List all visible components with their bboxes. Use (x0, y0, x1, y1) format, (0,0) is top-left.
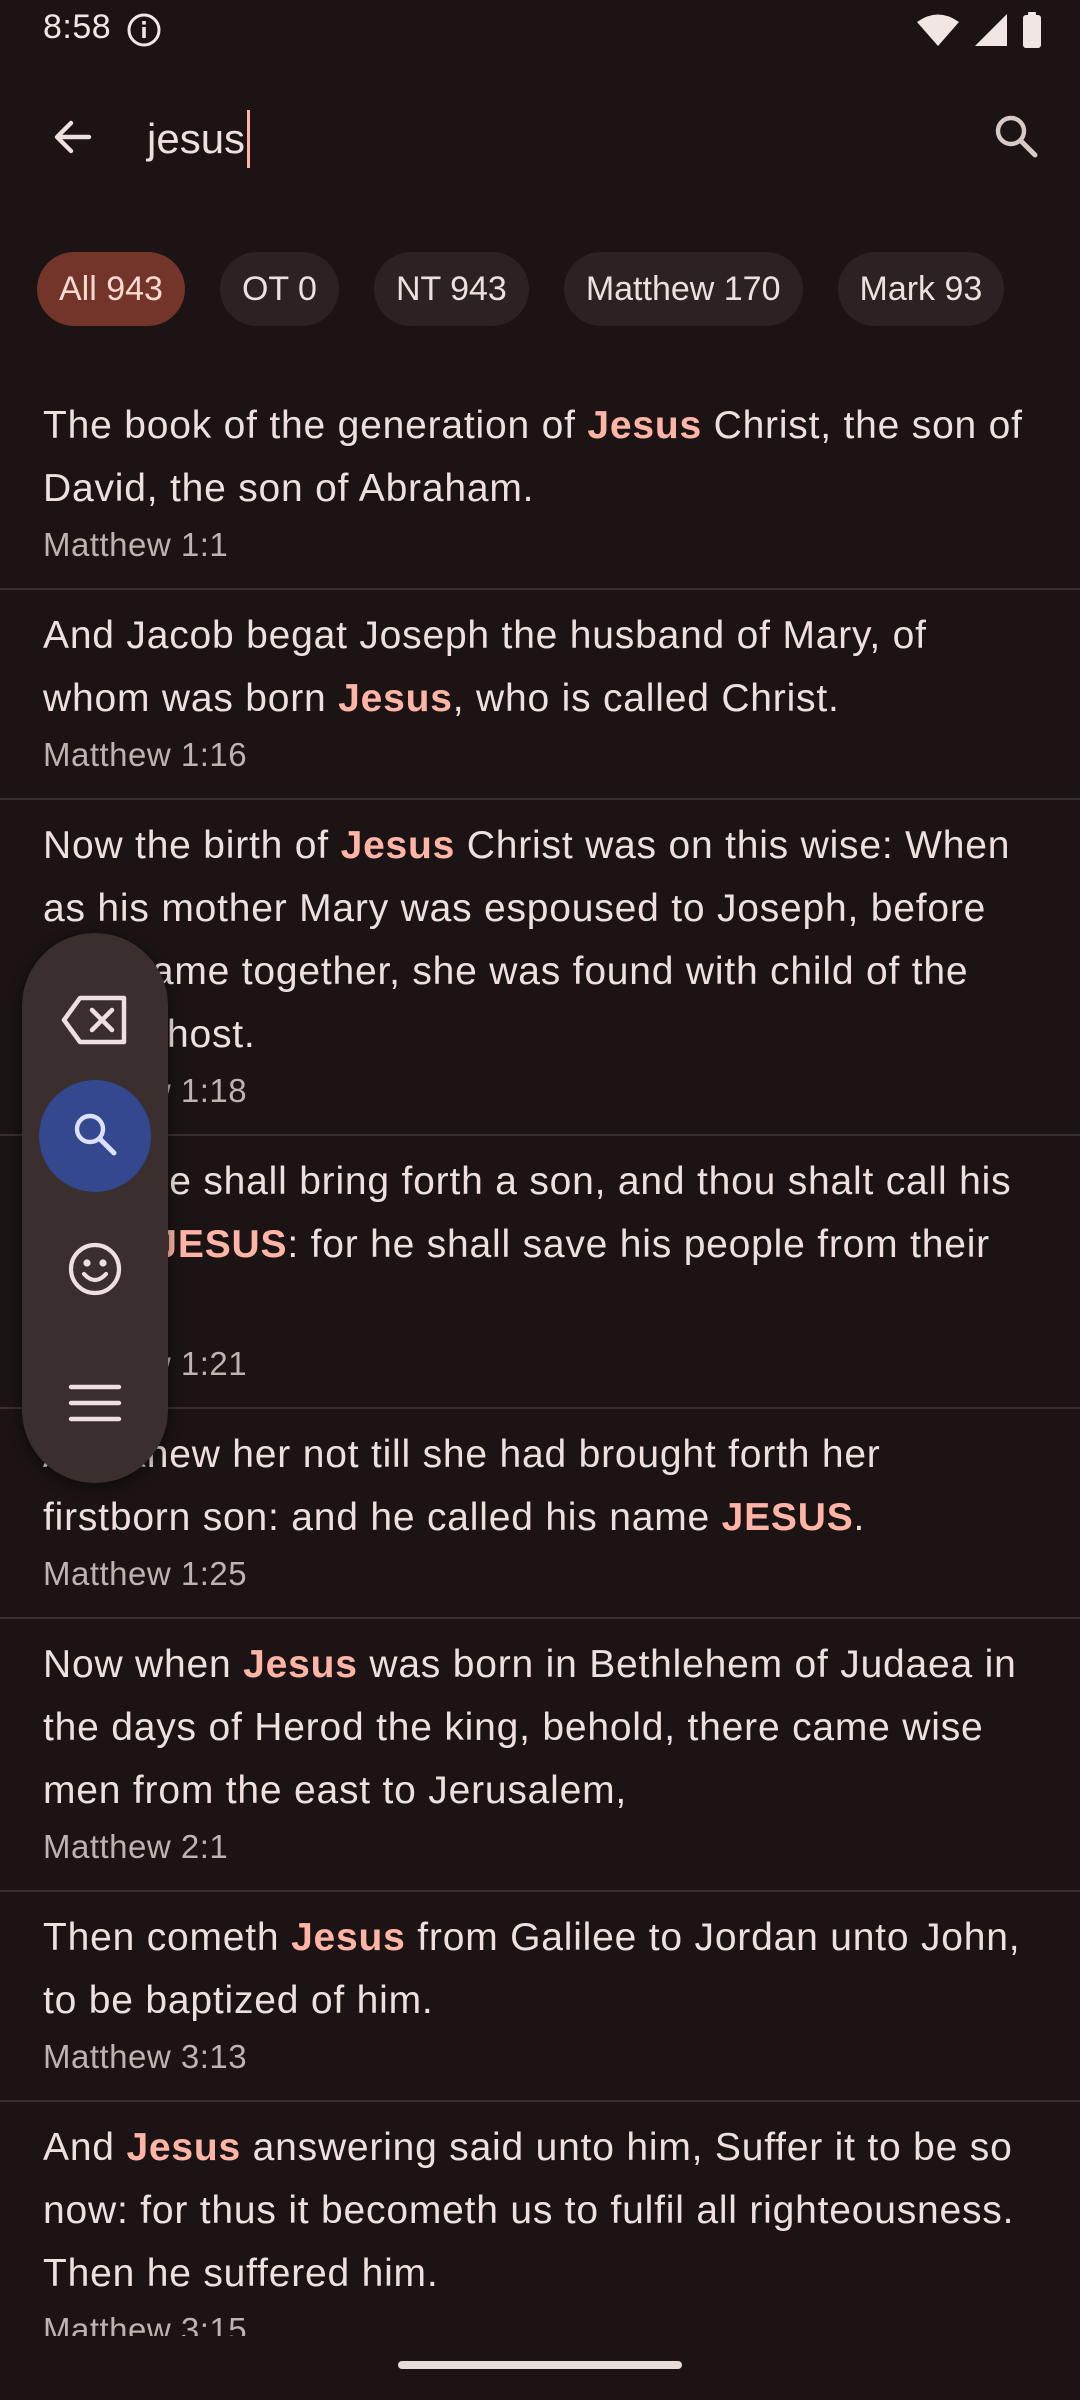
filter-chip[interactable]: NT 943 (373, 252, 529, 326)
menu-icon (68, 1383, 122, 1428)
filter-chip[interactable]: Mark 93 (837, 252, 1005, 326)
search-input[interactable]: jesus (147, 104, 947, 174)
emoji-button[interactable] (39, 1215, 151, 1327)
verse-reference: Matthew 1:1 (43, 526, 229, 563)
verse-text: Now the birth of Jesus Christ was on thi… (43, 814, 1037, 1066)
verse-text-segment: Now when (43, 1643, 244, 1686)
search-icon (70, 1109, 120, 1164)
verse-reference: Matthew 1:25 (43, 1555, 248, 1592)
menu-button[interactable] (39, 1349, 151, 1461)
home-indicator[interactable] (398, 2361, 682, 2369)
highlighted-match: Jesus (243, 1643, 358, 1686)
highlighted-match: Jesus (291, 1916, 406, 1959)
backspace-button[interactable] (39, 966, 151, 1078)
verse-reference: Matthew 3:13 (43, 2038, 248, 2075)
verse-text: Then cometh Jesus from Galilee to Jordan… (43, 1906, 1037, 2032)
info-icon (126, 12, 162, 48)
verse-reference: Matthew 1:21 (43, 1345, 248, 1382)
verse-result[interactable]: And Jesus answering said unto him, Suffe… (0, 2102, 1080, 2336)
verse-text: The book of the generation of Jesus Chri… (43, 394, 1037, 520)
verse-reference: Matthew 1:18 (43, 1072, 248, 1109)
filter-chip[interactable]: Matthew 170 (563, 252, 803, 326)
text-caret (247, 110, 251, 168)
verse-result[interactable]: Then cometh Jesus from Galilee to Jordan… (0, 1892, 1080, 2102)
arrow-back-icon (49, 113, 97, 166)
verse-text-segment: And (43, 2126, 127, 2169)
search-query[interactable]: jesus (147, 115, 245, 163)
verse-text: And knew her not till she had brought fo… (43, 1423, 1037, 1549)
highlighted-match: JESUS (721, 1496, 854, 1539)
emoji-icon (67, 1241, 123, 1302)
search-icon (991, 111, 1041, 166)
verse-text-segment: The book of the generation of (43, 404, 588, 447)
verse-text-segment: . (853, 1496, 866, 1539)
wifi-icon (916, 13, 960, 52)
verse-result[interactable]: And Jacob begat Joseph the husband of Ma… (0, 590, 1080, 800)
signal-icon (974, 13, 1008, 52)
status-bar: 8:58 (0, 0, 1080, 64)
search-screen: 8:58 jesus All 943 OT 0 NT 943 Matthew 1… (0, 0, 1080, 2400)
search-mode-button[interactable] (39, 1080, 151, 1192)
search-button[interactable] (980, 102, 1052, 174)
status-icons (916, 11, 1042, 53)
verse-text: And she shall bring forth a son, and tho… (43, 1150, 1037, 1339)
highlighted-match: Jesus (338, 677, 453, 720)
verse-text: Now when Jesus was born in Bethlehem of … (43, 1633, 1037, 1822)
filter-chips: All 943 OT 0 NT 943 Matthew 170 Mark 93 (37, 252, 1005, 326)
filter-chip[interactable]: All 943 (37, 252, 185, 326)
highlighted-match: Jesus (587, 404, 702, 447)
verse-text-segment: Then cometh (43, 1916, 292, 1959)
highlighted-match: Jesus (126, 2126, 242, 2169)
verse-text: And Jacob begat Joseph the husband of Ma… (43, 604, 1037, 730)
verse-reference: Matthew 1:16 (43, 736, 248, 773)
back-button[interactable] (38, 104, 108, 174)
verse-reference: Matthew 2:1 (43, 1828, 229, 1865)
backspace-icon (60, 994, 130, 1051)
search-toolbar: jesus (0, 84, 1080, 188)
highlighted-match: JESUS (155, 1223, 288, 1266)
verse-result[interactable]: And knew her not till she had brought fo… (0, 1409, 1080, 1619)
highlighted-match: Jesus (340, 824, 456, 867)
battery-icon (1022, 11, 1042, 53)
verse-result[interactable]: Now when Jesus was born in Bethlehem of … (0, 1619, 1080, 1892)
verse-reference: Matthew 3:15 (43, 2311, 248, 2336)
verse-text-segment: Now the birth of (43, 824, 341, 867)
status-time: 8:58 (43, 8, 112, 46)
verse-result[interactable]: The book of the generation of Jesus Chri… (0, 380, 1080, 590)
verse-text-segment: , who is called Christ. (452, 677, 840, 720)
floating-tool-rail (22, 933, 168, 1483)
filter-chip[interactable]: OT 0 (219, 252, 339, 326)
verse-text: And Jesus answering said unto him, Suffe… (43, 2116, 1037, 2305)
